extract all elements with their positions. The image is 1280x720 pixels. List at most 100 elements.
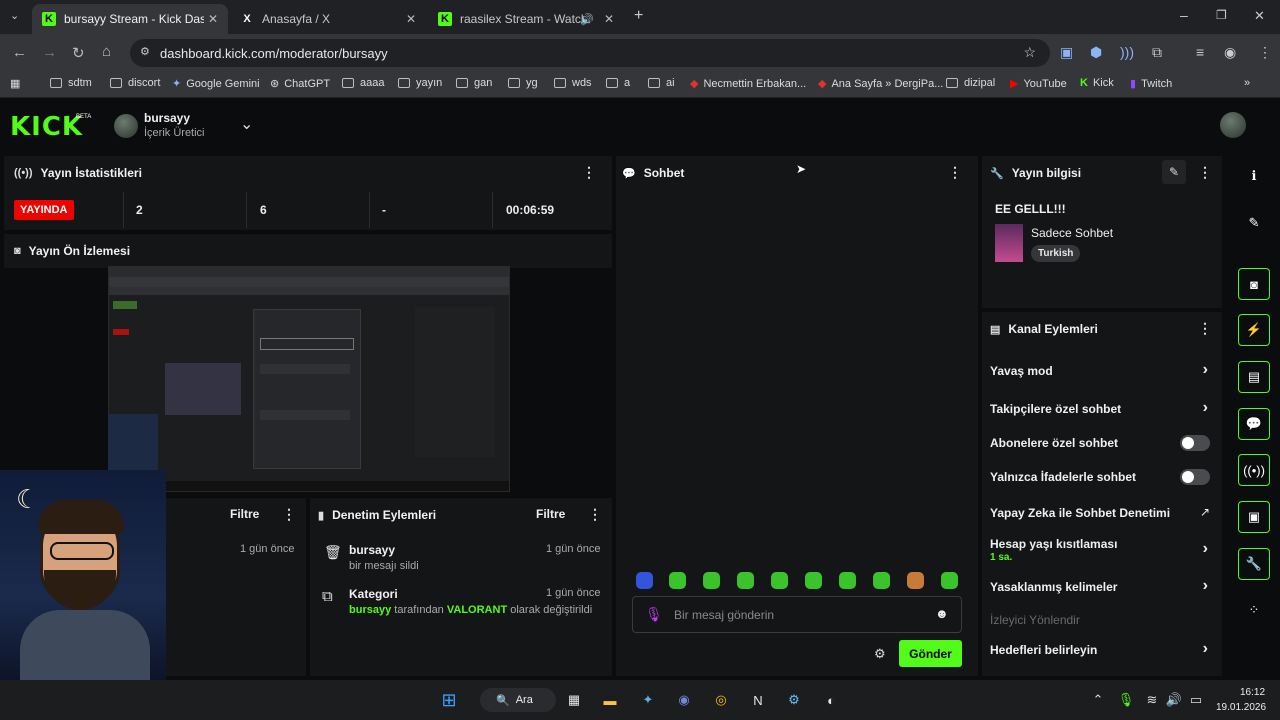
url-input[interactable]: ⚙ dashboard.kick.com/moderator/bursayy ☆ xyxy=(130,39,1050,67)
emote-button[interactable] xyxy=(703,572,720,589)
emoji-icon[interactable]: ☻ xyxy=(935,606,949,621)
channel-switch-chevron-icon[interactable]: ⌄ xyxy=(240,114,253,134)
taskbar-search[interactable]: 🔍 Ara xyxy=(480,688,556,712)
info-icon[interactable]: ℹ xyxy=(1238,160,1270,192)
filter-button[interactable]: Filtre xyxy=(536,507,565,521)
subscribers-only-toggle[interactable] xyxy=(1180,435,1210,451)
app-icon[interactable]: N xyxy=(748,690,768,710)
moderation-widget-icon[interactable]: ▣ xyxy=(1238,501,1270,533)
more-options-icon[interactable]: ⋮ xyxy=(582,164,596,181)
wrench-widget-icon[interactable]: 🔧 xyxy=(1238,548,1270,580)
site-info-icon[interactable]: ⚙ xyxy=(140,45,150,58)
emote-button[interactable] xyxy=(771,572,788,589)
more-bookmarks-icon[interactable]: » xyxy=(1244,77,1250,89)
discord-icon[interactable]: ◉ xyxy=(674,690,694,710)
home-icon[interactable]: ⌂ xyxy=(102,43,111,60)
emote-button[interactable] xyxy=(941,572,958,589)
emote-button[interactable] xyxy=(737,572,754,589)
more-options-icon[interactable]: ⋮ xyxy=(282,506,296,523)
close-tab-icon[interactable]: ✕ xyxy=(604,12,614,26)
obs-icon[interactable]: ◐ xyxy=(821,690,841,710)
notes-icon[interactable]: ▤ xyxy=(1238,361,1270,393)
translate-extension-icon[interactable]: ▣ xyxy=(1060,44,1073,61)
reload-icon[interactable]: ↻ xyxy=(72,44,85,62)
emote-button[interactable] xyxy=(873,572,890,589)
copilot-icon[interactable]: ✦ xyxy=(638,690,658,710)
shield-extension-icon[interactable]: ⬢ xyxy=(1090,44,1102,61)
action-followers-only[interactable]: Takipçilere özel sohbet › xyxy=(982,398,1222,420)
kick-logo[interactable]: KICK xyxy=(10,112,83,142)
broadcast-widget-icon[interactable]: ((•)) xyxy=(1238,454,1270,486)
mic-icon[interactable]: 🎙 xyxy=(645,606,663,623)
bookmark-link[interactable]: ◆ Necmettin Erbakan... xyxy=(690,77,806,91)
close-tab-icon[interactable]: ✕ xyxy=(208,12,218,26)
action-slow-mode[interactable]: Yavaş mod › xyxy=(982,360,1222,382)
chrome-icon[interactable]: ◎ xyxy=(711,690,731,710)
bookmark-folder[interactable]: aaaa xyxy=(342,77,384,89)
extensions-icon[interactable]: ⧉ xyxy=(1152,44,1162,61)
profile-icon[interactable]: ◉ xyxy=(1224,44,1236,61)
chat-input[interactable]: 🎙 Bir mesaj gönderin ☻ xyxy=(632,596,962,633)
chat-widget-icon[interactable]: 💬 xyxy=(1238,408,1270,440)
bookmark-folder[interactable]: yayın xyxy=(398,77,442,89)
emote-button[interactable] xyxy=(839,572,856,589)
audio-icon[interactable]: 🔊 xyxy=(580,13,594,26)
bookmark-folder[interactable]: a xyxy=(606,77,630,89)
volume-icon[interactable]: 🔊 xyxy=(1164,690,1184,710)
emotes-only-toggle[interactable] xyxy=(1180,469,1210,485)
bookmark-link[interactable]: ▮ Twitch xyxy=(1130,77,1172,91)
bookmark-folder[interactable]: yg xyxy=(508,77,538,89)
action-ai-moderation[interactable]: Yapay Zeka ile Sohbet Denetimi ↗ xyxy=(982,502,1222,524)
bookmark-link[interactable]: ▶ YouTube xyxy=(1010,77,1067,91)
store-icon[interactable]: ▦ xyxy=(564,690,584,710)
close-window-icon[interactable]: ✕ xyxy=(1254,8,1265,24)
clock-time[interactable]: 16:12 xyxy=(1240,687,1265,698)
bookmark-link[interactable]: ◆ Ana Sayfa » DergiPa... xyxy=(818,77,943,91)
steam-icon[interactable]: ⚙ xyxy=(784,690,804,710)
windows-start-icon[interactable]: ⊞ xyxy=(439,690,459,710)
bookmark-folder[interactable]: ai xyxy=(648,77,675,89)
layout-icon[interactable]: ⁘ xyxy=(1238,594,1270,626)
new-tab-icon[interactable]: + xyxy=(634,7,643,25)
bookmark-link[interactable]: ✦ Google Gemini xyxy=(172,77,260,91)
pencil-icon[interactable]: ✎ xyxy=(1238,207,1270,239)
bookmark-folder[interactable]: sdtm xyxy=(50,77,92,89)
tray-chevron-icon[interactable]: ⌃ xyxy=(1088,690,1108,710)
chat-settings-icon[interactable]: ⚙ xyxy=(874,646,886,662)
more-options-icon[interactable]: ⋮ xyxy=(1198,320,1212,337)
user-avatar[interactable] xyxy=(1220,112,1246,138)
apps-icon[interactable]: ▦ xyxy=(10,77,20,90)
bookmark-folder[interactable]: gan xyxy=(456,77,492,89)
lightning-icon[interactable]: ⚡ xyxy=(1238,314,1270,346)
file-explorer-icon[interactable]: ▬ xyxy=(600,690,620,710)
tab-kick-dashboard[interactable]: K bursayy Stream - Kick Dashboard ✕ xyxy=(32,4,228,34)
action-banned-words[interactable]: Yasaklanmış kelimeler › xyxy=(982,576,1222,598)
action-set-goals[interactable]: Hedefleri belirleyin › xyxy=(982,640,1222,662)
close-tab-icon[interactable]: ✕ xyxy=(406,12,416,26)
mic-tray-icon[interactable]: 🎙 xyxy=(1116,690,1136,710)
bookmark-link[interactable]: ⊛ ChatGPT xyxy=(270,77,330,91)
tab-search-icon[interactable]: ⌄ xyxy=(10,9,19,22)
maximize-icon[interactable]: ❐ xyxy=(1216,8,1227,22)
edit-button[interactable]: ✎ xyxy=(1162,160,1186,184)
filter-button[interactable]: Filtre xyxy=(230,507,259,521)
preview-widget-icon[interactable]: ◙ xyxy=(1238,268,1270,300)
more-options-icon[interactable]: ⋮ xyxy=(588,506,602,523)
audio-extension-icon[interactable]: ))) xyxy=(1120,44,1134,60)
minimize-icon[interactable]: – xyxy=(1180,7,1188,23)
forward-icon[interactable]: → xyxy=(42,44,57,61)
avatar[interactable] xyxy=(114,114,138,138)
back-icon[interactable]: ← xyxy=(12,44,27,61)
menu-icon[interactable]: ⋮ xyxy=(1258,44,1272,61)
action-user[interactable]: bursayy xyxy=(349,604,391,616)
tab-x[interactable]: X Anasayfa / X ✕ xyxy=(230,4,426,34)
action-game[interactable]: VALORANT xyxy=(447,604,507,616)
bookmark-folder[interactable]: wds xyxy=(554,77,592,89)
bookmark-folder[interactable]: dizipal xyxy=(946,77,995,89)
wifi-icon[interactable]: ≋ xyxy=(1142,690,1162,710)
emote-button[interactable] xyxy=(636,572,653,589)
bookmark-folder[interactable]: discort xyxy=(110,77,160,89)
clock-date[interactable]: 19.01.2026 xyxy=(1216,702,1266,713)
emote-button[interactable] xyxy=(669,572,686,589)
bookmark-link[interactable]: K Kick xyxy=(1080,77,1114,89)
